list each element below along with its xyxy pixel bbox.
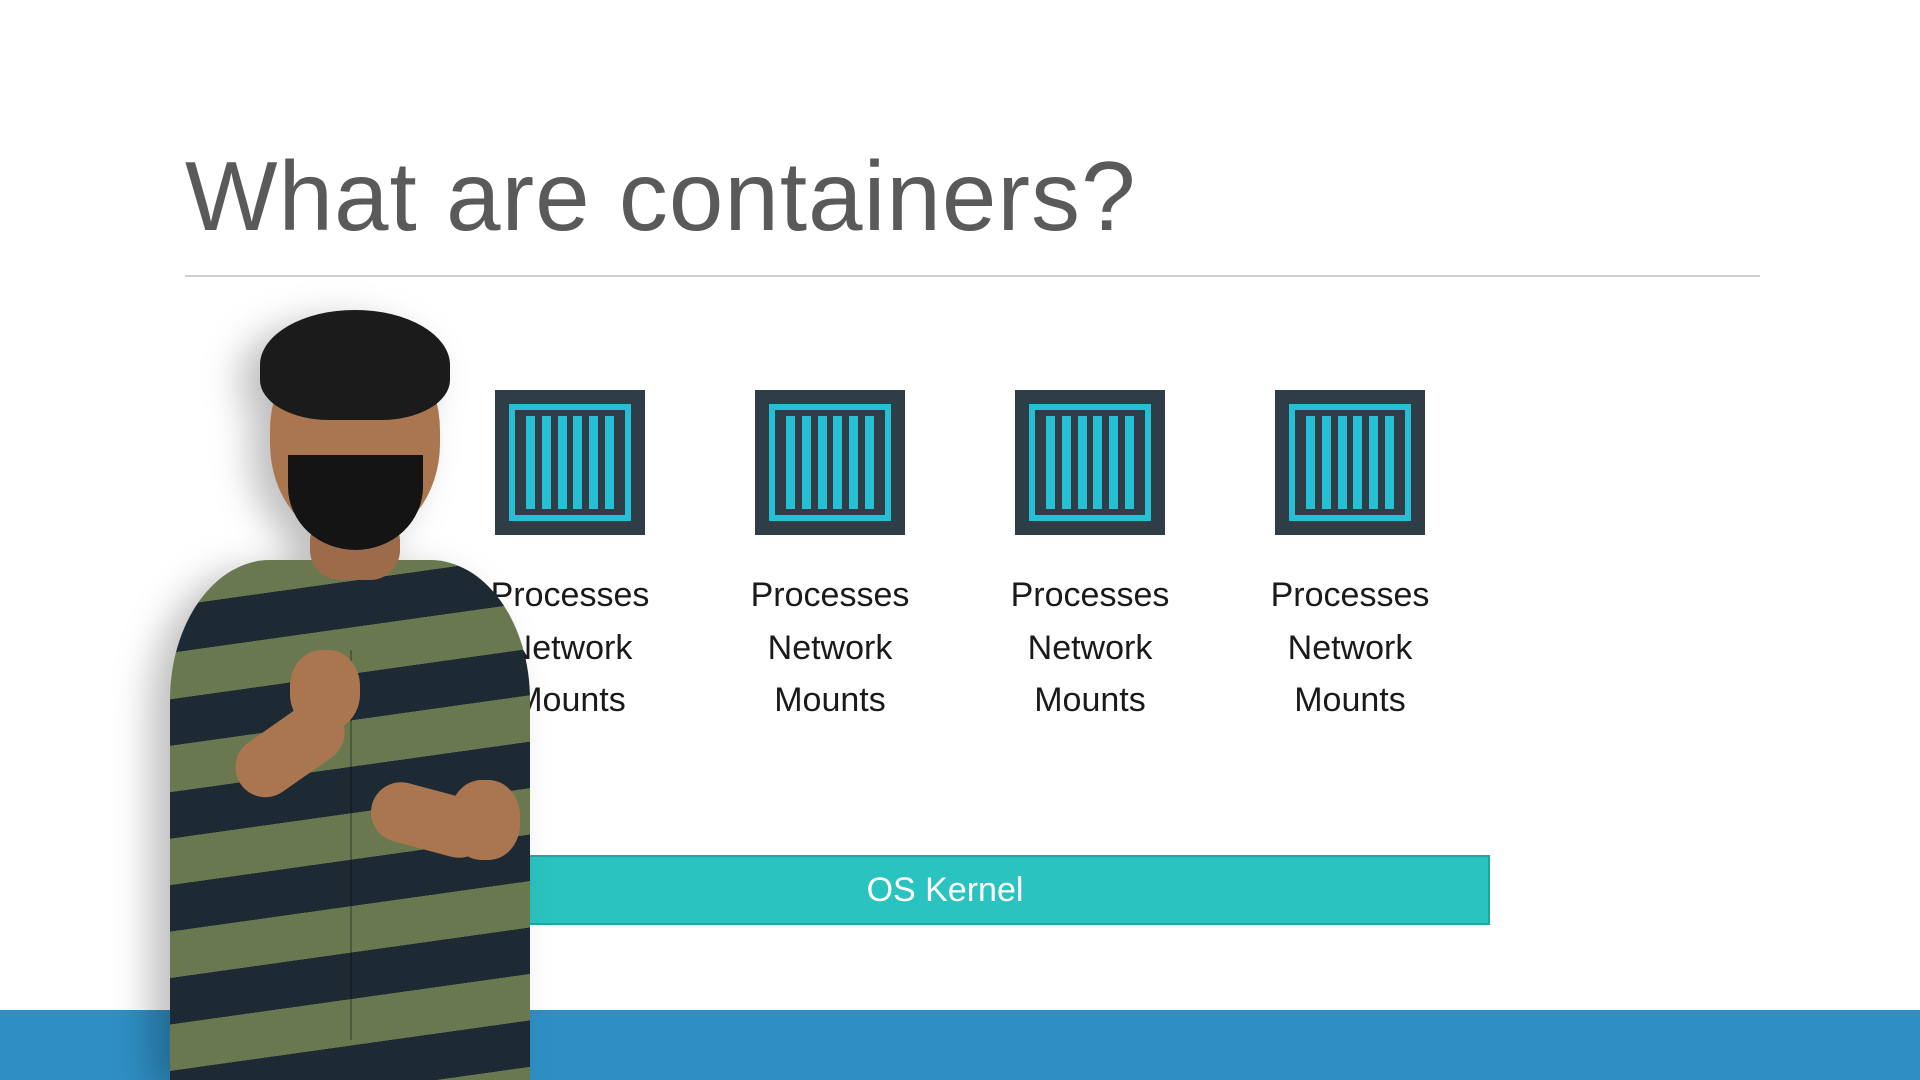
container-labels: Processes Network Mounts [1011,569,1170,727]
label-processes: Processes [751,569,910,622]
container-3: Processes Network Mounts [1000,390,1180,727]
container-icon [1275,390,1425,535]
label-mounts: Mounts [1271,674,1430,727]
slide-title: What are containers? [185,140,1136,253]
label-mounts: Mounts [751,674,910,727]
label-network: Network [1011,622,1170,675]
os-kernel-label: OS Kernel [867,871,1024,910]
container-icon [755,390,905,535]
label-network: Network [1271,622,1430,675]
label-network: Network [751,622,910,675]
presenter-photo [120,320,580,1080]
containers-row: Processes Network Mounts Processes Netwo… [480,390,1440,727]
label-mounts: Mounts [1011,674,1170,727]
container-labels: Processes Network Mounts [1271,569,1430,727]
container-4: Processes Network Mounts [1260,390,1440,727]
container-2: Processes Network Mounts [740,390,920,727]
label-processes: Processes [1271,569,1430,622]
container-labels: Processes Network Mounts [751,569,910,727]
title-divider [185,275,1760,277]
container-icon [1015,390,1165,535]
label-processes: Processes [1011,569,1170,622]
